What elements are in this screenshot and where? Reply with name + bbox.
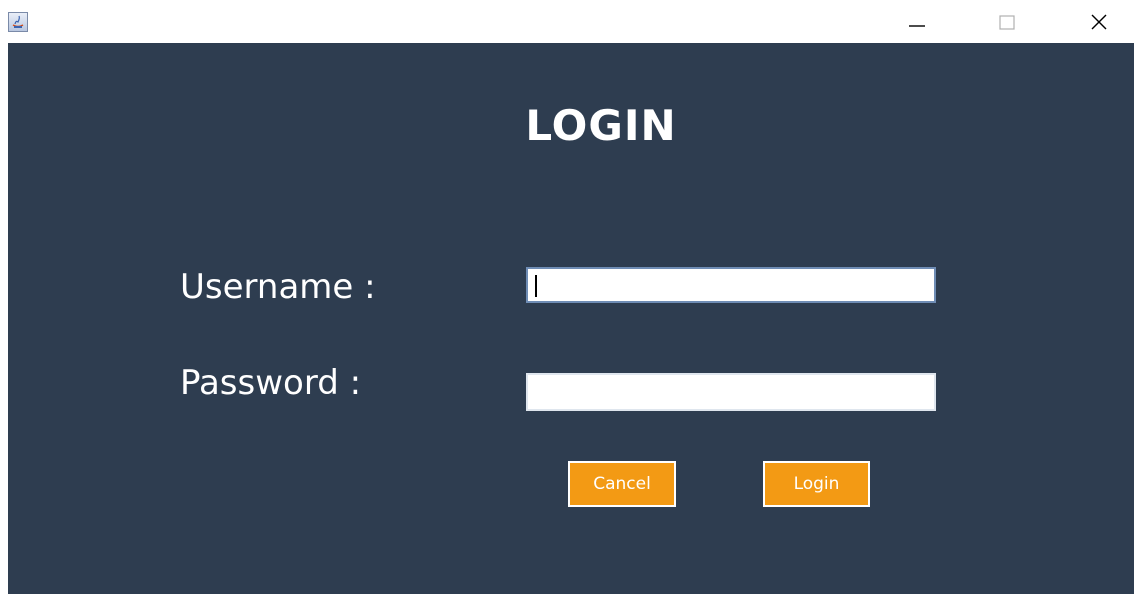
maximize-button[interactable]: [984, 0, 1030, 43]
close-button[interactable]: [1076, 0, 1122, 43]
page-title: LOGIN: [525, 101, 677, 150]
password-label: Password :: [180, 363, 362, 403]
login-panel: LOGIN Username : Password : Cancel Login: [8, 43, 1134, 594]
login-window: LOGIN Username : Password : Cancel Login: [0, 0, 1142, 594]
java-cup-icon[interactable]: [8, 12, 28, 32]
text-caret: [535, 275, 537, 297]
username-label: Username :: [180, 267, 376, 307]
cancel-button[interactable]: Cancel: [568, 461, 676, 507]
login-button[interactable]: Login: [763, 461, 870, 507]
password-input[interactable]: [526, 373, 936, 411]
username-input[interactable]: [526, 267, 936, 303]
maximize-icon: [999, 14, 1015, 30]
minimize-button[interactable]: [894, 0, 940, 43]
close-icon: [1091, 14, 1107, 29]
minimize-icon: [909, 24, 925, 27]
title-bar[interactable]: [0, 0, 1142, 43]
